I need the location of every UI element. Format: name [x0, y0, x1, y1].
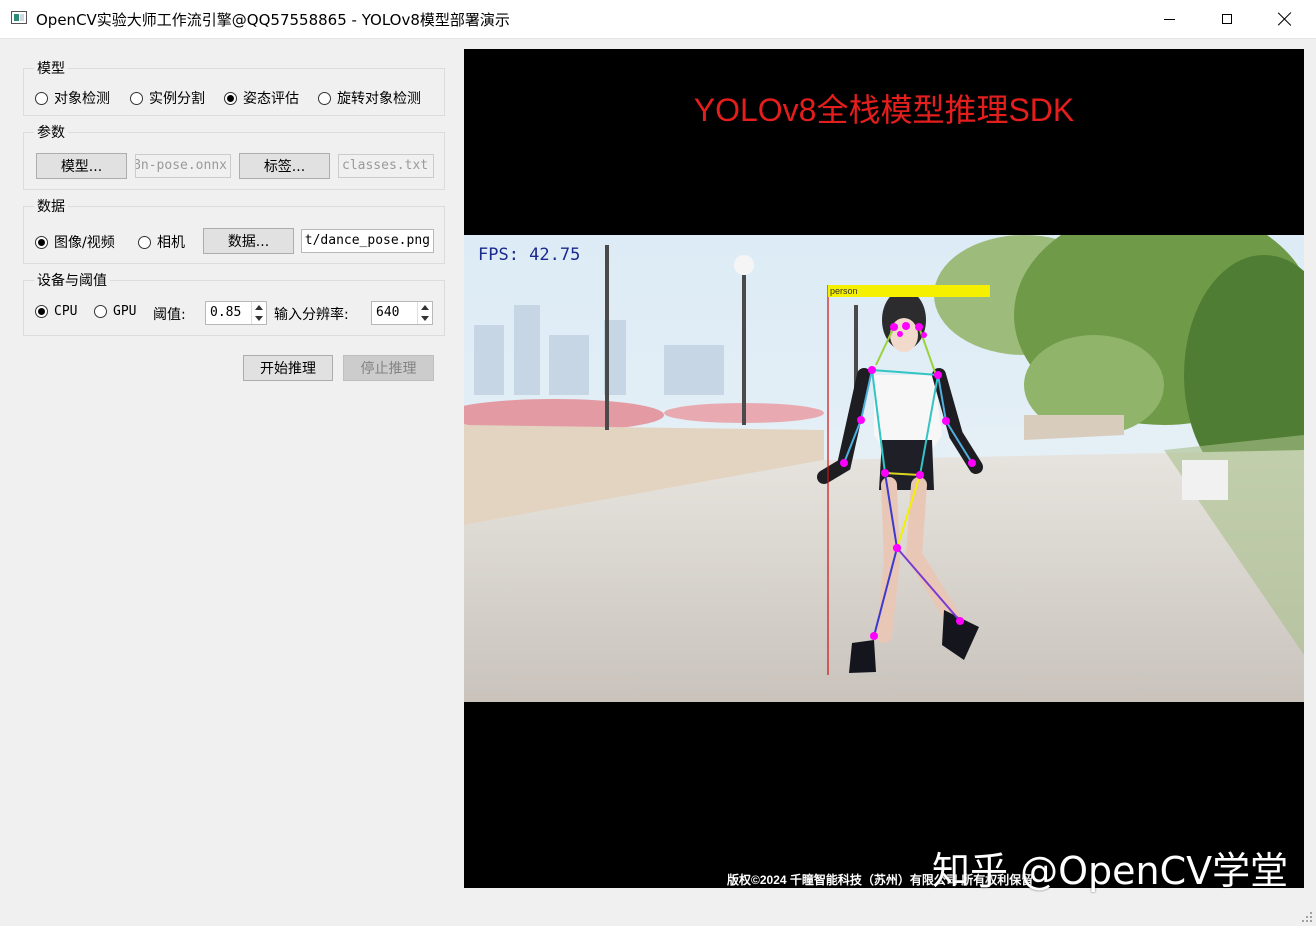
radio-cpu[interactable]: CPU	[35, 304, 77, 319]
data-group-title: 数据	[34, 196, 68, 216]
radio-rotated-detection[interactable]: 旋转对象检测	[318, 88, 421, 108]
radio-label: 相机	[157, 232, 185, 252]
params-group-title: 参数	[34, 122, 68, 142]
bench	[1182, 460, 1228, 500]
radio-label: 旋转对象检测	[337, 88, 421, 108]
radio-object-detection[interactable]: 对象检测	[35, 88, 110, 108]
radio-pose-estimation[interactable]: 姿态评估	[224, 88, 299, 108]
watermark-text: 知乎 @OpenCV学堂	[932, 840, 1288, 895]
resolution-stepper[interactable]	[417, 302, 432, 324]
start-inference-button[interactable]: 开始推理	[243, 355, 333, 381]
model-group-title: 模型	[34, 58, 68, 78]
radio-label: 姿态评估	[243, 88, 299, 108]
model-select-button[interactable]: 模型...	[36, 153, 127, 179]
minimize-icon	[1164, 19, 1175, 20]
radio-gpu[interactable]: GPU	[94, 304, 136, 319]
threshold-stepper[interactable]	[251, 302, 266, 324]
app-icon	[11, 11, 27, 24]
label-select-button[interactable]: 标签...	[239, 153, 330, 179]
resolution-spinbox[interactable]: 640	[371, 301, 433, 325]
arrow-up-icon[interactable]	[421, 305, 429, 310]
radio-circle	[224, 92, 237, 105]
radio-circle	[35, 305, 48, 318]
params-group: 参数 模型... yolov8n-pose.onnx 标签... classes…	[23, 132, 445, 190]
radio-label: 图像/视频	[54, 232, 115, 252]
model-path-field[interactable]: yolov8n-pose.onnx	[135, 154, 231, 178]
radio-label: 对象检测	[54, 88, 110, 108]
detection-label: person	[830, 286, 858, 296]
window-title: OpenCV实验大师工作流引擎@QQ57558865 - YOLOv8模型部署演…	[36, 9, 510, 30]
radio-image-video[interactable]: 图像/视频	[35, 232, 115, 252]
device-group-title: 设备与阈值	[34, 270, 110, 290]
arrow-down-icon[interactable]	[421, 316, 429, 321]
threshold-value: 0.85	[210, 305, 241, 320]
close-icon	[1278, 12, 1292, 26]
radio-instance-segmentation[interactable]: 实例分割	[130, 88, 205, 108]
threshold-spinbox[interactable]: 0.85	[205, 301, 267, 325]
threshold-label: 阈值:	[153, 304, 186, 324]
label-path-field[interactable]: classes.txt	[338, 154, 434, 178]
stop-inference-button[interactable]: 停止推理	[343, 355, 434, 381]
sdk-banner: YOLOv8全栈模型推理SDK	[464, 85, 1304, 131]
arrow-up-icon[interactable]	[255, 305, 263, 310]
radio-circle	[318, 92, 331, 105]
radio-circle	[35, 236, 48, 249]
resolution-value: 640	[376, 305, 399, 320]
title-bar: OpenCV实验大师工作流引擎@QQ57558865 - YOLOv8模型部署演…	[0, 0, 1316, 39]
data-path-field[interactable]: t/dance_pose.png	[301, 229, 434, 253]
video-display: YOLOv8全栈模型推理SDK	[464, 49, 1304, 888]
data-select-button[interactable]: 数据...	[203, 228, 294, 254]
maximize-button[interactable]	[1198, 0, 1256, 38]
fps-counter: FPS: 42.75	[478, 245, 580, 265]
device-group: 设备与阈值 CPU GPU 阈值: 0.85 输入分辨率: 640	[23, 280, 445, 336]
radio-label: 实例分割	[149, 88, 205, 108]
radio-circle	[138, 236, 151, 249]
close-button[interactable]	[1256, 0, 1314, 38]
minimize-button[interactable]	[1140, 0, 1198, 38]
resize-grip-icon[interactable]	[1301, 911, 1313, 923]
lamp	[734, 255, 754, 275]
maximize-icon	[1222, 14, 1232, 24]
data-group: 数据 图像/视频 相机 数据... t/dance_pose.png	[23, 206, 445, 264]
radio-circle	[94, 305, 107, 318]
inference-frame-image: person FPS: 42.	[464, 235, 1304, 702]
resolution-label: 输入分辨率:	[274, 304, 349, 324]
radio-label: GPU	[113, 304, 136, 319]
model-group: 模型 对象检测 实例分割 姿态评估 旋转对象检测	[23, 68, 445, 116]
radio-label: CPU	[54, 304, 77, 319]
radio-camera[interactable]: 相机	[138, 232, 185, 252]
arrow-down-icon[interactable]	[255, 316, 263, 321]
radio-circle	[35, 92, 48, 105]
radio-circle	[130, 92, 143, 105]
